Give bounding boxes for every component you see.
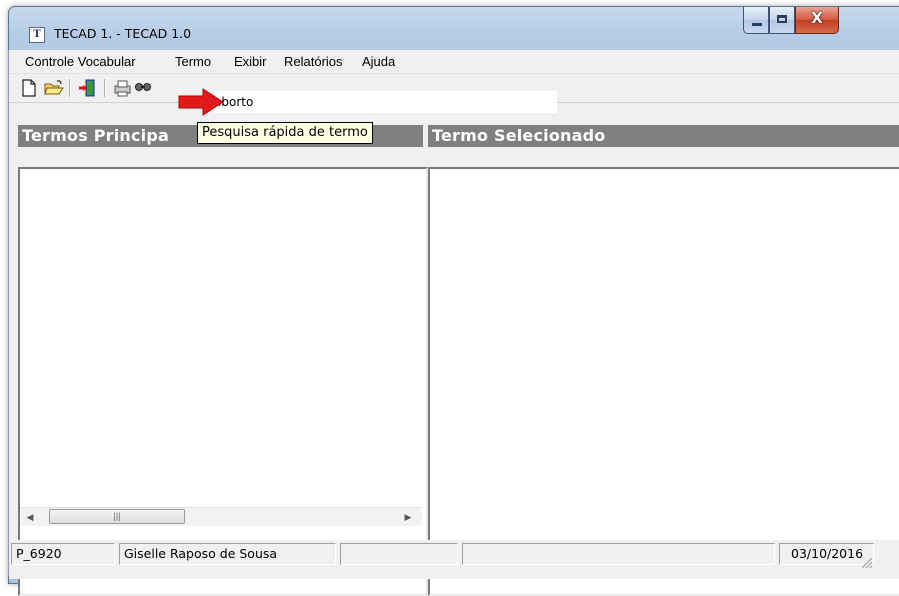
toolbar-separator (104, 79, 106, 97)
open-folder-icon[interactable] (43, 78, 64, 98)
new-file-icon[interactable] (19, 78, 39, 98)
annotation-arrow-icon (177, 87, 227, 117)
resize-grip-icon[interactable] (859, 555, 873, 569)
menu-controle-vocabular[interactable]: Controle Vocabular (25, 54, 136, 69)
status-empty-1 (340, 543, 458, 565)
exit-door-icon[interactable] (77, 78, 97, 98)
minimize-button[interactable] (743, 7, 769, 34)
client-area: Controle Vocabular Termo Exibir Relatóri… (8, 50, 899, 596)
app-icon[interactable]: T (29, 27, 45, 43)
selected-term-panel[interactable] (428, 167, 899, 596)
status-code: P_6920 (11, 543, 115, 565)
menu-bar: Controle Vocabular Termo Exibir Relatóri… (9, 50, 899, 74)
search-term-icon[interactable] (132, 78, 152, 98)
status-user: Giselle Raposo de Sousa (119, 543, 336, 565)
scrollbar-thumb[interactable]: ||| (49, 509, 185, 524)
title-bar[interactable]: T TECAD 1. - TECAD 1.0 X (9, 7, 899, 51)
menu-ajuda[interactable]: Ajuda (362, 54, 395, 69)
status-bar: P_6920 Giselle Raposo de Sousa 03/10/201… (9, 540, 899, 579)
horizontal-scrollbar[interactable]: ◀ ||| ▶ (21, 507, 422, 526)
search-tooltip: Pesquisa rápida de termo (197, 122, 373, 144)
panel-right-header: Termo Selecionado (428, 125, 899, 147)
menu-exibir[interactable]: Exibir (234, 54, 267, 69)
terms-list[interactable] (18, 167, 428, 596)
close-icon: X (811, 9, 823, 27)
scroll-right-icon[interactable]: ▶ (401, 510, 415, 524)
maximize-button[interactable] (769, 7, 795, 34)
scroll-left-icon[interactable]: ◀ (23, 510, 37, 524)
minimize-icon (752, 23, 762, 26)
search-input[interactable] (214, 91, 557, 113)
menu-relatorios[interactable]: Relatórios (284, 54, 343, 69)
status-empty-2 (462, 543, 775, 565)
window-title: TECAD 1. - TECAD 1.0 (54, 26, 192, 41)
panel-right-title: Termo Selecionado (432, 126, 606, 145)
maximize-icon (777, 15, 787, 23)
close-button[interactable]: X (795, 7, 839, 34)
panel-left-title: Termos Principa (22, 126, 169, 145)
menu-termo[interactable]: Termo (175, 54, 211, 69)
print-icon[interactable] (112, 78, 132, 98)
toolbar-separator (69, 79, 71, 97)
